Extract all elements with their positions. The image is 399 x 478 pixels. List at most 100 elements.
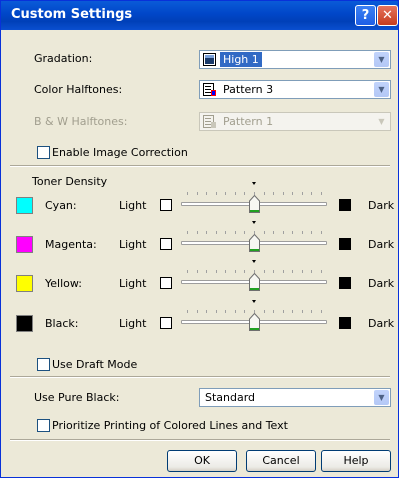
slider-tick: [235, 192, 236, 195]
help-icon[interactable]: ?: [355, 5, 376, 26]
use-pure-black-label: Use Pure Black:: [34, 391, 120, 404]
default-marker-icon: [252, 260, 256, 263]
slider-tick: [244, 310, 245, 313]
use-draft-mode-label[interactable]: Use Draft Mode: [52, 358, 137, 371]
pattern-icon: [203, 115, 216, 128]
slider-tick: [311, 310, 312, 313]
slider-tick: [197, 270, 198, 273]
default-marker-icon: [252, 300, 256, 303]
slider-tick: [235, 270, 236, 273]
bw-halftones-label: B & W Halftones:: [34, 115, 128, 128]
slider-tick: [264, 231, 265, 234]
chevron-down-icon[interactable]: ▼: [374, 390, 389, 405]
slider-tick: [283, 231, 284, 234]
enable-image-correction-label[interactable]: Enable Image Correction: [52, 146, 188, 159]
slider-tick: [292, 310, 293, 313]
gradient-icon: [203, 53, 216, 66]
slider-tick: [197, 310, 198, 313]
slider-tick: [302, 310, 303, 313]
chevron-down-icon: ▼: [374, 114, 389, 129]
custom-settings-dialog: Custom Settings ? ✕ Gradation: High 1 ▼ …: [0, 0, 399, 478]
ok-button[interactable]: OK: [167, 450, 237, 472]
slider-thumb[interactable]: [249, 312, 260, 331]
slider-tick: [264, 192, 265, 195]
chevron-down-icon[interactable]: ▼: [374, 82, 389, 97]
light-label: Light: [119, 317, 147, 330]
help-button[interactable]: Help: [321, 450, 391, 472]
light-box-icon: [160, 277, 172, 289]
light-label: Light: [119, 238, 147, 251]
prioritize-printing-label[interactable]: Prioritize Printing of Colored Lines and…: [52, 419, 288, 432]
gradation-value: High 1: [220, 52, 262, 67]
slider-tick: [283, 270, 284, 273]
slider-thumb[interactable]: [249, 194, 260, 213]
slider-tick: [292, 192, 293, 195]
dark-box-icon: [339, 277, 351, 289]
slider-tick: [321, 270, 322, 273]
slider-tick: [206, 270, 207, 273]
use-draft-mode-checkbox[interactable]: [37, 358, 50, 371]
slider-tick: [292, 231, 293, 234]
slider-tick: [292, 270, 293, 273]
slider-tick: [283, 192, 284, 195]
color-swatch: [16, 236, 33, 253]
slider-tick: [197, 192, 198, 195]
toner-channel-label: Magenta:: [45, 238, 97, 251]
dark-box-icon: [339, 199, 351, 211]
enable-image-correction-checkbox[interactable]: [37, 146, 50, 159]
slider-tick: [302, 270, 303, 273]
cancel-button[interactable]: Cancel: [246, 450, 316, 472]
slider-tick: [244, 231, 245, 234]
slider-tick: [197, 231, 198, 234]
slider-tick: [311, 270, 312, 273]
slider-tick: [216, 310, 217, 313]
toner-density-heading: Toner Density: [32, 175, 108, 188]
dark-box-icon: [339, 317, 351, 329]
slider-tick: [225, 270, 226, 273]
divider: [10, 165, 390, 167]
slider-tick: [264, 270, 265, 273]
slider-tick: [216, 192, 217, 195]
slider-tick: [311, 192, 312, 195]
bw-halftones-select: Pattern 1 ▼: [199, 112, 391, 131]
title-bar[interactable]: Custom Settings ? ✕: [1, 1, 398, 30]
slider-tick: [235, 231, 236, 234]
slider-tick: [302, 231, 303, 234]
slider-tick: [321, 310, 322, 313]
gradation-select[interactable]: High 1 ▼: [199, 50, 391, 69]
use-pure-black-value: Standard: [205, 391, 256, 404]
prioritize-printing-checkbox[interactable]: [37, 419, 50, 432]
color-swatch: [16, 197, 33, 214]
slider-thumb[interactable]: [249, 272, 260, 291]
dark-label: Dark: [368, 317, 395, 330]
toner-channel-label: Cyan:: [45, 199, 77, 212]
color-halftones-select[interactable]: Pattern 3 ▼: [199, 80, 391, 99]
divider: [10, 439, 390, 441]
divider: [10, 376, 390, 378]
slider-tick: [244, 270, 245, 273]
close-icon[interactable]: ✕: [377, 5, 398, 26]
bw-halftones-value: Pattern 1: [223, 115, 274, 128]
toner-channel-label: Yellow:: [45, 277, 82, 290]
slider-tick: [302, 192, 303, 195]
slider-tick: [235, 310, 236, 313]
slider-tick: [273, 231, 274, 234]
light-box-icon: [160, 199, 172, 211]
pattern-icon: [203, 83, 216, 96]
use-pure-black-select[interactable]: Standard ▼: [199, 388, 391, 407]
light-box-icon: [160, 238, 172, 250]
slider-tick: [216, 270, 217, 273]
slider-tick: [244, 192, 245, 195]
slider-tick: [206, 231, 207, 234]
color-halftones-value: Pattern 3: [223, 83, 274, 96]
dark-label: Dark: [368, 238, 395, 251]
slider-tick: [187, 270, 188, 273]
light-label: Light: [119, 277, 147, 290]
slider-thumb[interactable]: [249, 233, 260, 252]
slider-tick: [283, 310, 284, 313]
toner-channel-label: Black:: [45, 317, 79, 330]
chevron-down-icon[interactable]: ▼: [374, 52, 389, 67]
slider-tick: [321, 192, 322, 195]
window-title: Custom Settings: [11, 7, 133, 22]
slider-tick: [311, 231, 312, 234]
